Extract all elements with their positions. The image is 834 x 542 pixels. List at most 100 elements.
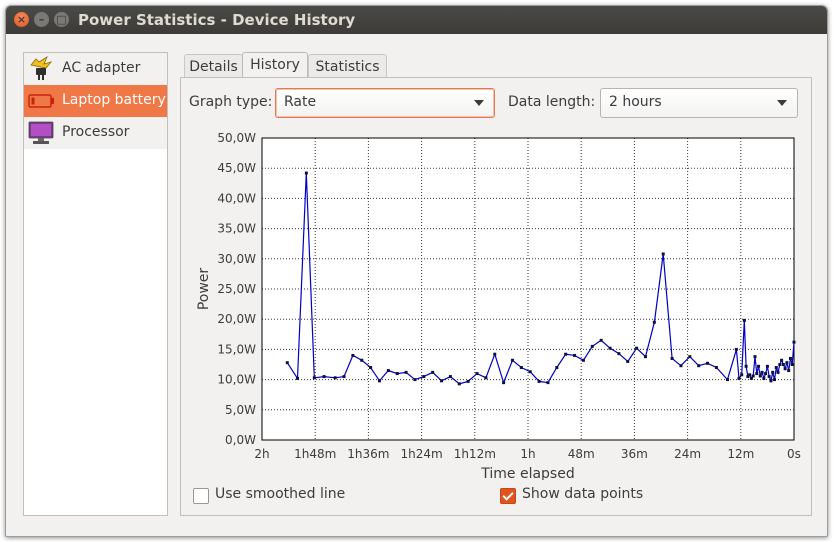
data-point [626, 359, 630, 363]
close-icon[interactable]: × [14, 12, 29, 27]
data-point [537, 379, 541, 383]
show-data-points-label: Show data points [522, 486, 644, 502]
data-point [608, 346, 612, 350]
data-point [502, 381, 506, 385]
data-point [295, 376, 299, 380]
data-point [788, 356, 792, 360]
show-data-points-checkbox[interactable]: Show data points [500, 486, 650, 506]
data-point [617, 352, 621, 356]
x-tick-label: 2h [254, 447, 269, 461]
tab-statistics[interactable]: Statistics [308, 54, 387, 79]
device-item-laptop-battery[interactable]: Laptop battery [24, 85, 167, 117]
data-point [386, 369, 390, 373]
y-tick-label: 5,0W [225, 403, 256, 417]
data-point [737, 376, 741, 380]
data-point [753, 355, 757, 359]
data-point [564, 352, 568, 356]
data-point [369, 366, 373, 370]
graph-type-select[interactable]: Rate [275, 88, 495, 118]
data-point [781, 363, 785, 366]
smoothed-line-label: Use smoothed line [215, 486, 346, 502]
data-point [484, 376, 488, 380]
tab-details[interactable]: Details [184, 54, 243, 79]
x-tick-label: 36m [621, 447, 648, 461]
minimize-icon[interactable]: – [34, 12, 49, 27]
y-tick-label: 50,0W [217, 132, 256, 145]
checkbox-box [193, 488, 209, 504]
data-point [457, 382, 461, 386]
x-tick-label: 48m [568, 447, 595, 461]
data-point [776, 370, 780, 374]
ac-adapter-icon [30, 56, 53, 80]
tab-history[interactable]: History [242, 52, 308, 79]
data-point [475, 372, 479, 376]
y-tick-label: 25,0W [217, 282, 256, 296]
data-point [792, 340, 796, 344]
data-point [670, 356, 674, 360]
data-point [762, 376, 766, 380]
x-tick-label: 24m [674, 447, 701, 461]
data-point [755, 372, 759, 376]
chevron-down-icon [777, 100, 787, 106]
data-point [377, 379, 381, 383]
titlebar[interactable]: × – □ Power Statistics - Device History [6, 6, 827, 34]
data-point [652, 320, 656, 324]
x-tick-label: 12m [727, 447, 754, 461]
data-point [413, 378, 417, 382]
y-tick-label: 45,0W [217, 161, 256, 175]
window-title: Power Statistics - Device History [78, 11, 356, 29]
data-point [764, 372, 768, 376]
data-point [351, 353, 355, 357]
y-tick-label: 40,0W [217, 191, 256, 205]
data-point [322, 375, 326, 379]
data-length-select[interactable]: 2 hours [600, 88, 798, 118]
data-point [431, 370, 435, 374]
data-point [726, 378, 729, 382]
data-point [760, 370, 764, 374]
device-item-ac-adapter[interactable]: AC adapter [24, 53, 167, 85]
data-point [772, 378, 776, 382]
data-point [758, 374, 762, 378]
x-tick-label: 1h36m [347, 447, 389, 461]
data-length-label: Data length: [508, 94, 596, 110]
data-point [404, 370, 408, 374]
battery-icon [28, 94, 54, 108]
chevron-down-icon [474, 100, 484, 106]
data-point [706, 361, 710, 365]
smoothed-line-checkbox[interactable]: Use smoothed line [193, 486, 353, 506]
device-list: AC adapter Laptop battery Processor [23, 52, 168, 516]
data-point [769, 379, 773, 383]
data-point [774, 366, 778, 370]
data-point [304, 171, 308, 175]
data-point [783, 367, 787, 371]
data-point [519, 366, 523, 370]
data-point [285, 361, 289, 365]
graph-type-value: Rate [284, 94, 317, 110]
data-point [466, 379, 470, 383]
data-point [778, 363, 782, 366]
x-tick-label: 1h12m [454, 447, 496, 461]
data-point [790, 363, 794, 366]
data-point [679, 364, 683, 368]
data-point [342, 375, 346, 379]
data-point [510, 358, 514, 362]
processor-icon [28, 121, 54, 144]
data-point [546, 381, 550, 385]
device-label-processor: Processor [62, 124, 130, 140]
data-point [785, 361, 789, 365]
y-tick-label: 15,0W [217, 342, 256, 356]
data-point [573, 353, 577, 357]
data-point [395, 372, 399, 376]
data-point [590, 344, 594, 348]
checkbox-box [500, 488, 516, 504]
data-point [740, 373, 744, 377]
data-point [742, 318, 746, 322]
y-tick-label: 10,0W [217, 373, 256, 387]
maximize-icon[interactable]: □ [54, 12, 69, 27]
x-tick-label: 1h [520, 447, 535, 461]
device-item-processor[interactable]: Processor [24, 117, 167, 149]
x-tick-label: 0s [787, 447, 801, 461]
data-point [333, 376, 337, 380]
data-point [312, 376, 316, 380]
data-point [493, 352, 497, 356]
